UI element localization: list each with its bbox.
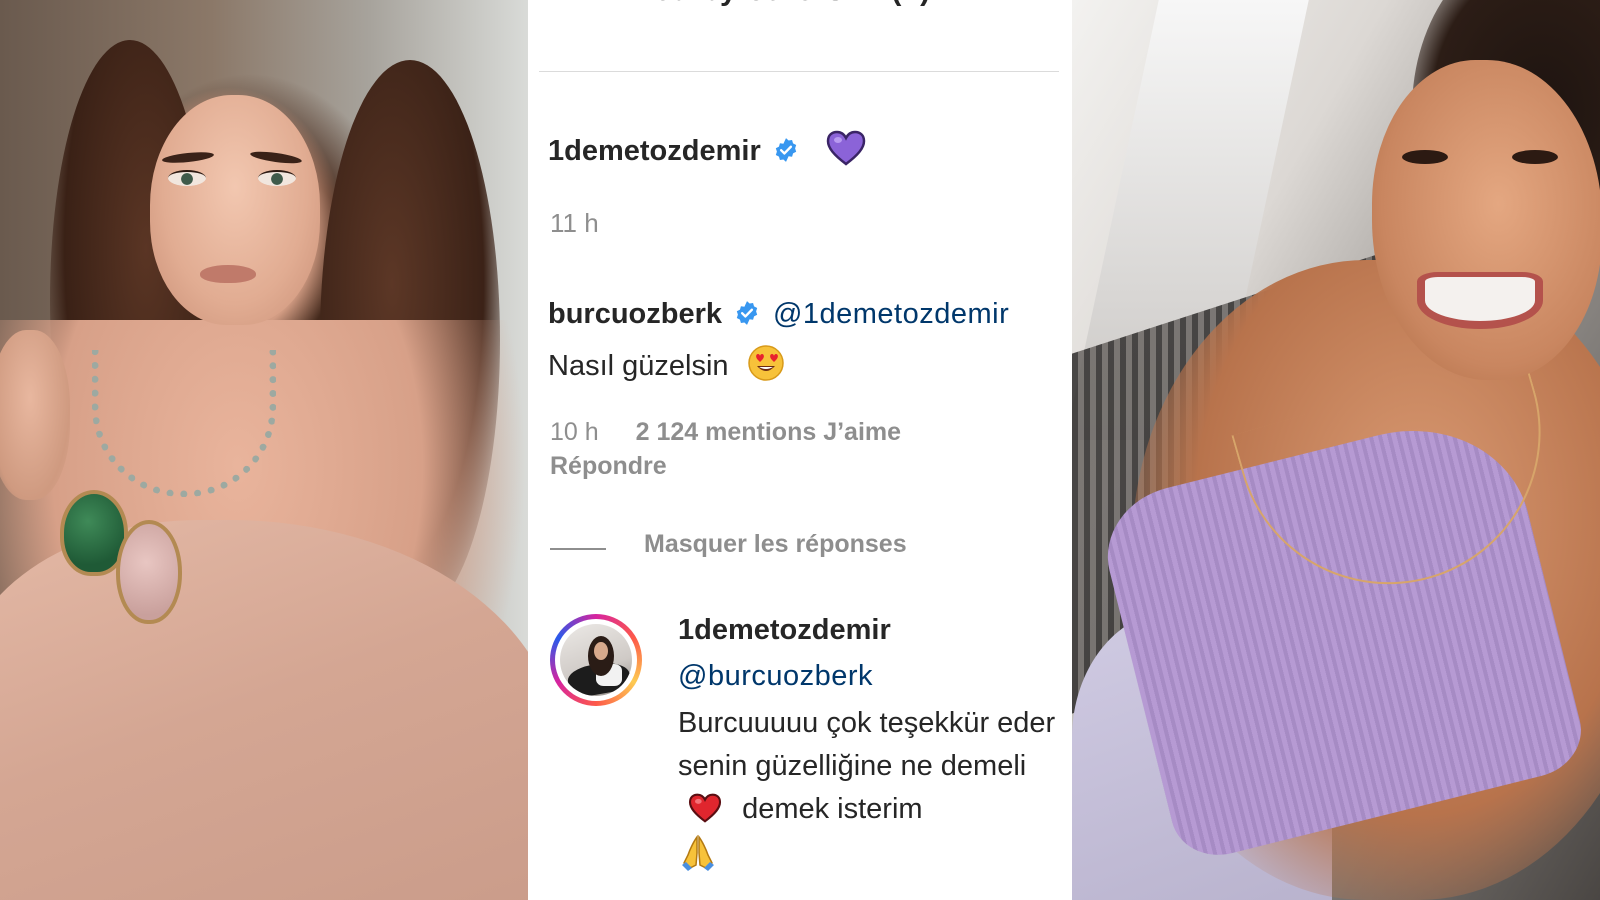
- smile-shape: [1417, 272, 1543, 329]
- eye-shape: [1402, 150, 1448, 164]
- reply-button[interactable]: Répondre: [550, 452, 667, 481]
- pink-pendant-shape: [116, 520, 182, 624]
- hand-shape: [0, 330, 70, 500]
- reply-text: Burcuuuuu çok teşekkür eder senin güzell…: [678, 702, 1058, 873]
- username-link[interactable]: 1demetozdemir: [678, 614, 891, 646]
- reply-text: Nasıl güzelsin: [548, 344, 785, 383]
- username-link[interactable]: 1demetozdemir: [548, 135, 761, 167]
- avatar-ring-inner: [555, 619, 637, 701]
- eye-shape: [258, 170, 296, 186]
- divider: [550, 548, 606, 550]
- reply-text-part2: demek isterim: [742, 793, 923, 825]
- eye-shape: [168, 170, 206, 186]
- verified-badge-icon: [776, 138, 797, 162]
- face-shape: [150, 95, 320, 325]
- red-heart-icon: [688, 793, 722, 823]
- comment-header: 1demetozdemir: [548, 130, 866, 168]
- mention-link[interactable]: @burcuozberk: [678, 660, 873, 693]
- avatar-image: [560, 624, 632, 696]
- hide-replies-button[interactable]: Masquer les réponses: [644, 530, 907, 559]
- mention-link[interactable]: @1demetozdemir: [773, 298, 1009, 330]
- verified-badge-icon: [737, 301, 758, 325]
- avatar-face-shape: [594, 642, 608, 660]
- comment-timestamp: 11 h: [550, 208, 599, 238]
- purple-heart-icon: [826, 130, 865, 166]
- right-photo: [1072, 0, 1600, 900]
- avatar[interactable]: [550, 614, 642, 706]
- heart-eyes-face-icon: [747, 345, 784, 381]
- username-link[interactable]: burcuozberk: [548, 298, 722, 330]
- reply-timestamp: 10 h: [550, 418, 599, 446]
- cropped-header-text: liked by others ... (1): [618, 0, 998, 8]
- likes-count-link[interactable]: 2 124 mentions J’aime: [636, 418, 901, 446]
- reply-text-content: Nasıl güzelsin: [548, 350, 729, 382]
- reply-text-part1: Burcuuuuu çok teşekkür eder senin güzell…: [678, 707, 1056, 782]
- reply-header: burcuozberk @1demetozdemir: [548, 298, 1009, 331]
- lips-shape: [200, 265, 256, 283]
- face-shape: [1372, 60, 1600, 380]
- divider: [539, 71, 1059, 72]
- reply-meta: 10 h 2 124 mentions J’aime: [550, 418, 901, 447]
- folded-hands-icon: [682, 834, 714, 871]
- left-photo: [0, 0, 528, 900]
- eye-shape: [1512, 150, 1558, 164]
- instagram-comments-panel: liked by others ... (1) 1demetozdemir 11…: [528, 0, 1072, 900]
- reply-user: 1demetozdemir: [678, 614, 891, 647]
